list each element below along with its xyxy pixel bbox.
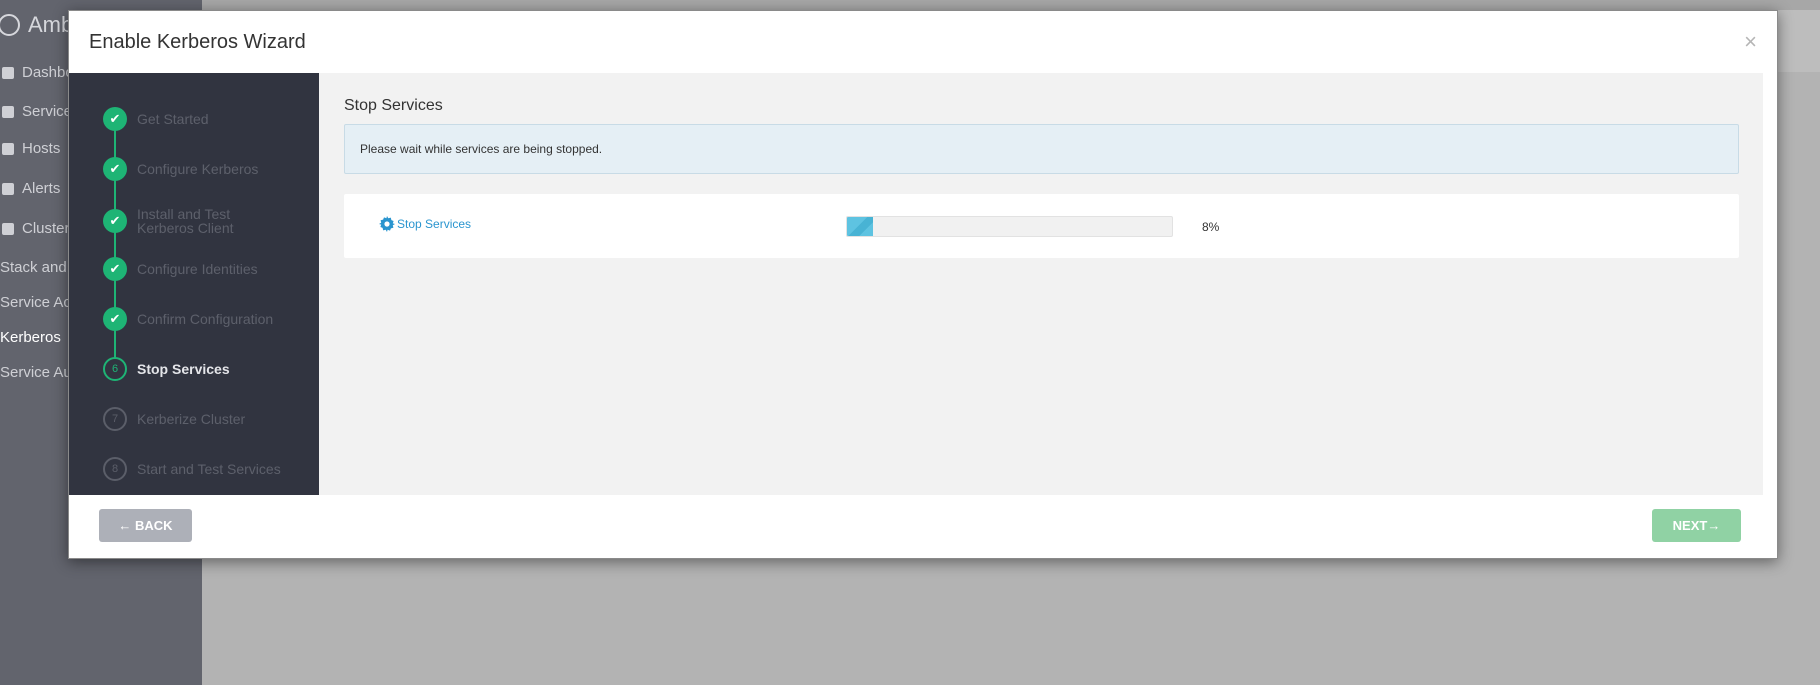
enable-kerberos-wizard-modal: Enable Kerberos Wizard × ✔ Get Started ✔… <box>68 10 1778 559</box>
info-alert: Please wait while services are being sto… <box>344 124 1739 174</box>
check-icon: ✔ <box>103 257 127 281</box>
wrench-icon <box>2 222 14 235</box>
step-label: Configure Identities <box>137 261 258 277</box>
server-icon <box>2 142 14 155</box>
nav-item-hosts[interactable]: Hosts <box>2 140 60 157</box>
modal-title: Enable Kerberos Wizard <box>89 30 306 53</box>
ambari-logo-icon <box>0 14 20 36</box>
step-configure-kerberos[interactable]: ✔ Configure Kerberos <box>103 157 313 181</box>
wizard-content: Stop Services Please wait while services… <box>319 73 1763 495</box>
bell-icon <box>2 182 14 195</box>
modal-body: ✔ Get Started ✔ Configure Kerberos ✔ Ins… <box>69 73 1763 495</box>
nav-item-label: Cluster <box>22 220 70 237</box>
app-brand-text: Amb <box>28 12 74 37</box>
step-number: 7 <box>103 407 127 431</box>
progress-percent: 8% <box>1202 220 1220 234</box>
task-progress-bar <box>846 216 1173 237</box>
info-message: Please wait while services are being sto… <box>360 142 603 156</box>
home-icon <box>2 66 14 79</box>
nav-item-label: Kerberos <box>0 329 61 346</box>
nav-item-service-auto-start[interactable]: Service Aut <box>0 364 76 381</box>
step-label: Kerberize Cluster <box>137 411 246 427</box>
step-label: Stop Services <box>137 361 230 377</box>
nav-item-label: Service Aut <box>0 364 76 381</box>
check-icon: ✔ <box>103 157 127 181</box>
back-button[interactable]: ← BACK <box>99 509 192 542</box>
close-icon[interactable]: × <box>1744 31 1757 53</box>
step-label: Start and Test Services <box>137 461 281 477</box>
step-install-test-kerberos-client[interactable]: ✔ Install and Test Kerberos Client <box>103 207 313 235</box>
nav-item-label: Service Acc <box>0 294 79 311</box>
step-kerberize-cluster: 7 Kerberize Cluster <box>103 407 313 431</box>
nav-item-dashboard[interactable]: Dashbo <box>2 64 74 81</box>
check-icon: ✔ <box>103 209 127 233</box>
nav-item-alerts[interactable]: Alerts <box>2 180 60 197</box>
step-label: Get Started <box>137 111 209 127</box>
progress-fill <box>847 217 873 236</box>
step-number: 8 <box>103 457 127 481</box>
app-topbar <box>202 0 1820 10</box>
check-icon: ✔ <box>103 307 127 331</box>
content-title: Stop Services <box>344 97 443 114</box>
wizard-steps: ✔ Get Started ✔ Configure Kerberos ✔ Ins… <box>69 73 319 495</box>
modal-header: Enable Kerberos Wizard × <box>69 11 1777 73</box>
app-brand: Amb <box>0 10 73 40</box>
step-configure-identities[interactable]: ✔ Configure Identities <box>103 257 313 281</box>
modal-footer: ← BACK NEXT→ <box>69 493 1777 558</box>
step-number: 6 <box>103 357 127 381</box>
briefcase-icon <box>2 105 14 118</box>
step-label: Configure Kerberos <box>137 161 259 177</box>
task-panel: Stop Services 8% <box>344 194 1739 258</box>
nav-item-label: Hosts <box>22 140 61 157</box>
task-label: Stop Services <box>397 217 472 231</box>
nav-item-kerberos[interactable]: Kerberos <box>0 329 61 346</box>
step-stop-services[interactable]: 6 Stop Services <box>103 357 313 381</box>
step-label: Install and Test Kerberos Client <box>137 206 234 236</box>
check-icon: ✔ <box>103 107 127 131</box>
nav-item-service-accounts[interactable]: Service Acc <box>0 294 78 311</box>
nav-item-cluster[interactable]: Cluster <box>2 220 70 237</box>
gear-icon <box>379 216 395 232</box>
step-label: Confirm Configuration <box>137 311 274 327</box>
nav-item-label: Alerts <box>22 180 61 197</box>
step-get-started[interactable]: ✔ Get Started <box>103 107 313 131</box>
step-confirm-configuration[interactable]: ✔ Confirm Configuration <box>103 307 313 331</box>
nav-item-label: Dashbo <box>22 64 74 81</box>
next-button[interactable]: NEXT→ <box>1652 509 1741 542</box>
stop-services-task-link[interactable]: Stop Services <box>379 216 471 232</box>
step-start-and-test-services: 8 Start and Test Services <box>103 457 313 481</box>
